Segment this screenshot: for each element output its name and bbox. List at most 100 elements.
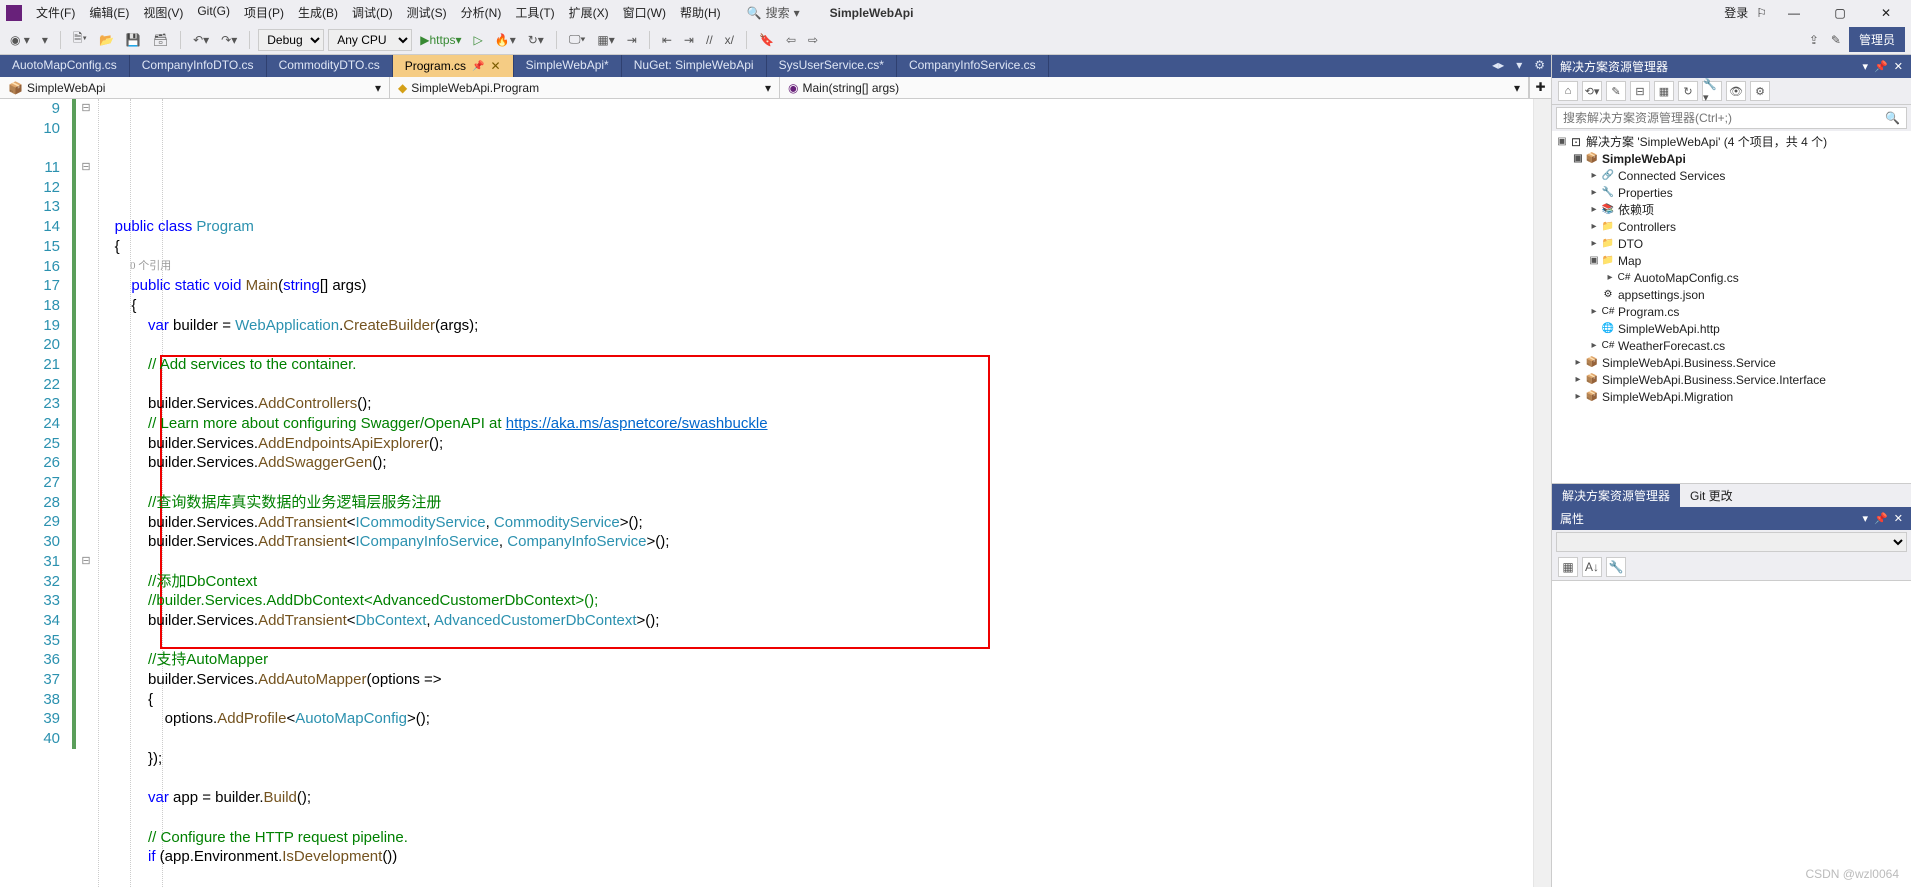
alphabetize-button[interactable]: A↓: [1582, 557, 1602, 577]
indent-less-button[interactable]: ⇤: [658, 31, 676, 49]
preview-button[interactable]: 👁: [1726, 81, 1746, 101]
tree-node[interactable]: ▣📁Map: [1552, 252, 1911, 269]
tree-node[interactable]: 🌐SimpleWebApi.http: [1552, 320, 1911, 337]
next-bookmark-button[interactable]: ⇨: [804, 31, 822, 49]
bookmark-button[interactable]: 🔖: [755, 31, 778, 49]
tree-node[interactable]: ▸📦SimpleWebApi.Business.Service: [1552, 354, 1911, 371]
close-icon[interactable]: ✕: [491, 59, 501, 73]
tree-node[interactable]: ▸📁Controllers: [1552, 218, 1911, 235]
maximize-button[interactable]: ▢: [1821, 2, 1859, 24]
hot-reload-button[interactable]: 🔥▾: [491, 31, 520, 49]
tabs-dropdown-button[interactable]: ▾: [1510, 55, 1528, 77]
document-tab[interactable]: CommodityDTO.cs: [267, 55, 393, 77]
menu-item[interactable]: 窗口(W): [617, 1, 672, 24]
document-tab[interactable]: CompanyInfoService.cs: [897, 55, 1049, 77]
solution-root[interactable]: ▣⊡解决方案 'SimpleWebApi' (4 个项目，共 4 个): [1552, 133, 1911, 150]
properties-object-select[interactable]: [1556, 532, 1907, 552]
panel-close-icon[interactable]: ✕: [1894, 512, 1903, 525]
search-icon[interactable]: 🔍: [1879, 108, 1906, 128]
tabs-settings-button[interactable]: ⚙: [1528, 55, 1551, 77]
title-search[interactable]: 🔍 搜索 ▾: [747, 4, 800, 21]
tree-node[interactable]: ▸📦SimpleWebApi.Business.Service.Interfac…: [1552, 371, 1911, 388]
solution-search-input[interactable]: [1557, 108, 1879, 128]
tree-node[interactable]: ▸📦SimpleWebApi.Migration: [1552, 388, 1911, 405]
method-crumb[interactable]: ◉Main(string[] args)▾: [780, 77, 1529, 98]
menu-item[interactable]: 编辑(E): [83, 1, 135, 24]
show-all-button[interactable]: ▦: [1654, 81, 1674, 101]
close-button[interactable]: ✕: [1867, 2, 1905, 24]
layout-button[interactable]: ▦▾: [593, 31, 618, 49]
platform-select[interactable]: Any CPU: [328, 29, 412, 51]
solution-tree[interactable]: ▣⊡解决方案 'SimpleWebApi' (4 个项目，共 4 个) ▣📦Si…: [1552, 131, 1911, 483]
document-tab[interactable]: SysUserService.cs*: [767, 55, 897, 77]
uncomment-button[interactable]: x/: [721, 31, 738, 49]
class-crumb[interactable]: ◆SimpleWebApi.Program▾: [390, 77, 780, 98]
pin-icon[interactable]: 📌: [472, 61, 484, 72]
split-editor-button[interactable]: ✚: [1529, 77, 1551, 98]
panel-pin-icon[interactable]: 📌: [1874, 60, 1888, 73]
panel-dropdown-icon[interactable]: ▾: [1863, 60, 1869, 73]
tab-git-changes[interactable]: Git 更改: [1680, 484, 1743, 507]
document-tab[interactable]: AuotoMapConfig.cs: [0, 55, 130, 77]
document-tab[interactable]: CompanyInfoDTO.cs: [130, 55, 267, 77]
live-share-button[interactable]: ⇪: [1805, 31, 1823, 49]
save-button[interactable]: 💾: [122, 31, 145, 49]
tree-node[interactable]: ▸C#AuotoMapConfig.cs: [1552, 269, 1911, 286]
redo-button[interactable]: ↷▾: [217, 31, 241, 49]
categorize-button[interactable]: ▦: [1558, 557, 1578, 577]
tree-node[interactable]: ▣📦SimpleWebApi: [1552, 150, 1911, 167]
tree-node[interactable]: ▸🔗Connected Services: [1552, 167, 1911, 184]
new-file-button[interactable]: 🗎▾: [69, 27, 91, 52]
comment-button[interactable]: //: [702, 31, 717, 49]
tree-node[interactable]: ⚙appsettings.json: [1552, 286, 1911, 303]
nav-fwd-button[interactable]: ▾: [38, 31, 52, 49]
collapse-button[interactable]: ⊟: [1630, 81, 1650, 101]
panel-pin-icon[interactable]: 📌: [1874, 512, 1888, 525]
undo-button[interactable]: ↶▾: [189, 31, 213, 49]
save-all-button[interactable]: 🗃: [149, 31, 172, 49]
tree-node[interactable]: ▸C#WeatherForecast.cs: [1552, 337, 1911, 354]
tree-node[interactable]: ▸🔧Properties: [1552, 184, 1911, 201]
feedback-button[interactable]: ✎: [1827, 31, 1845, 49]
project-crumb[interactable]: 📦SimpleWebApi▾: [0, 77, 390, 98]
refresh-button[interactable]: ↻: [1678, 81, 1698, 101]
sync-button[interactable]: ⟲▾: [1582, 81, 1602, 101]
menu-item[interactable]: 项目(P): [238, 1, 290, 24]
menu-item[interactable]: 视图(V): [137, 1, 189, 24]
login-link[interactable]: 登录: [1724, 4, 1748, 21]
minimize-button[interactable]: —: [1775, 2, 1813, 24]
panel-close-icon[interactable]: ✕: [1894, 60, 1903, 73]
tree-node[interactable]: ▸C#Program.cs: [1552, 303, 1911, 320]
start-debug-button[interactable]: ▶ https ▾: [416, 31, 465, 49]
tab-solution-explorer[interactable]: 解决方案资源管理器: [1552, 484, 1680, 507]
menu-item[interactable]: 文件(F): [30, 1, 81, 24]
menu-item[interactable]: 调试(D): [346, 1, 399, 24]
nav-back-button[interactable]: ◉ ▾: [6, 31, 34, 49]
document-tab[interactable]: Program.cs 📌 ✕: [393, 55, 514, 77]
notification-icon[interactable]: ⚐: [1756, 6, 1767, 20]
menu-item[interactable]: 生成(B): [292, 1, 344, 24]
document-tab[interactable]: NuGet: SimpleWebApi: [622, 55, 767, 77]
menu-item[interactable]: 工具(T): [509, 1, 560, 24]
open-button[interactable]: 📂: [95, 31, 118, 49]
menu-item[interactable]: 分析(N): [455, 1, 508, 24]
solution-search[interactable]: 🔍: [1556, 107, 1907, 129]
menu-item[interactable]: Git(G): [191, 1, 236, 24]
config-select[interactable]: Debug: [258, 29, 324, 51]
start-nodebug-button[interactable]: ▷: [470, 31, 487, 49]
document-tab[interactable]: SimpleWebApi*: [514, 55, 622, 77]
overview-ruler[interactable]: [1533, 99, 1551, 887]
properties-button[interactable]: 🔧▾: [1702, 81, 1722, 101]
tree-node[interactable]: ▸📁DTO: [1552, 235, 1911, 252]
menu-item[interactable]: 测试(S): [401, 1, 453, 24]
step-button[interactable]: ⇥: [623, 31, 641, 49]
tree-node[interactable]: ▸📚依赖项: [1552, 201, 1911, 218]
code-editor[interactable]: 9101112131415161718192021222324252627282…: [0, 99, 1551, 887]
refresh-button[interactable]: ↻▾: [524, 31, 548, 49]
menu-item[interactable]: 扩展(X): [563, 1, 615, 24]
home-button[interactable]: ⌂: [1558, 81, 1578, 101]
settings-button[interactable]: ⚙: [1750, 81, 1770, 101]
menu-item[interactable]: 帮助(H): [674, 1, 727, 24]
indent-more-button[interactable]: ⇥: [680, 31, 698, 49]
props-settings-button[interactable]: 🔧: [1606, 557, 1626, 577]
